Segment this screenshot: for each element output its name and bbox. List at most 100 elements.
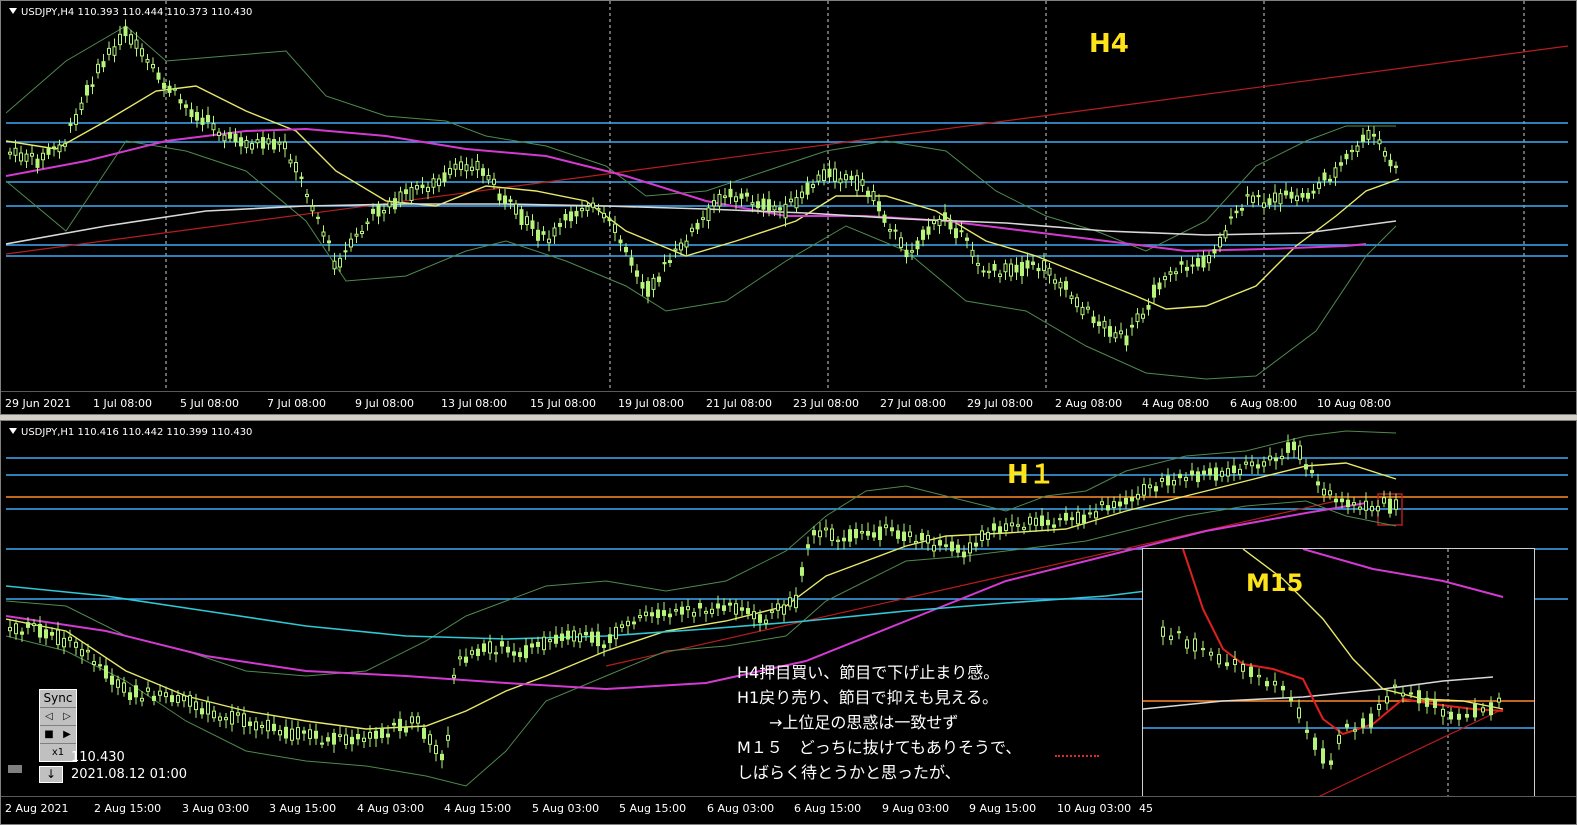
candle-body	[404, 189, 408, 195]
candle-body	[1238, 468, 1242, 475]
candle-body	[1208, 468, 1212, 476]
candle-body	[657, 276, 661, 283]
candle-body	[646, 281, 650, 297]
candle-body	[86, 649, 90, 653]
candle-body	[1372, 133, 1376, 137]
candle-body	[794, 594, 798, 609]
bollinger-lower	[6, 140, 1397, 380]
candle-body	[596, 631, 600, 647]
candle-body	[1256, 194, 1261, 198]
h1-timeframe-label: H１	[1007, 460, 1055, 490]
h1-x-label: 5 Aug 15:00	[619, 802, 687, 815]
h4-chart-panel[interactable]: USDJPY,H4 110.393 110.444 110.373 110.43…	[0, 0, 1577, 415]
candle-body	[1425, 697, 1429, 707]
candle-body	[650, 612, 654, 617]
candle-body	[320, 742, 324, 745]
candle-body	[1218, 236, 1222, 248]
candle-body	[182, 695, 186, 702]
candle-body	[1009, 263, 1013, 277]
candle-body	[580, 207, 584, 212]
candle-body	[1337, 734, 1341, 744]
candle-body	[632, 621, 636, 625]
candle-body	[63, 143, 67, 147]
candle-body	[644, 611, 648, 617]
candle-body	[1148, 484, 1152, 489]
candle-body	[992, 263, 997, 271]
candle-body	[1385, 696, 1389, 704]
candle-body	[932, 544, 936, 552]
candle-body	[1028, 516, 1032, 525]
candle-body	[107, 47, 111, 55]
candle-body	[1267, 198, 1272, 205]
h4-x-label: 6 Aug 08:00	[1230, 397, 1298, 410]
candle-body	[1185, 639, 1189, 649]
candle-body	[948, 222, 953, 230]
candle-body	[1465, 714, 1469, 718]
candle-body	[541, 231, 546, 235]
candle-body	[750, 202, 755, 206]
h4-price-chart[interactable]	[6, 1, 1568, 391]
candle-body	[230, 711, 234, 725]
candle-body	[1226, 468, 1230, 477]
sync-button[interactable]: Sync	[40, 690, 76, 708]
candle-body	[508, 199, 513, 202]
candle-body	[1310, 469, 1314, 474]
candle-body	[824, 527, 828, 531]
candle-body	[1185, 266, 1189, 271]
candle-body	[812, 530, 816, 536]
candle-body	[1245, 194, 1250, 197]
candle-body	[470, 166, 474, 172]
candle-body	[1244, 461, 1248, 465]
moving-average-fast	[6, 85, 1400, 310]
stop-icon[interactable]: ■	[40, 726, 58, 743]
scroll-grip[interactable]	[8, 765, 22, 773]
candle-body	[816, 174, 821, 182]
candle-body	[255, 139, 260, 144]
m15-inset-chart[interactable]: M15	[1142, 548, 1535, 810]
candle-body	[838, 178, 843, 184]
note-line: M１５ どっちに抜けてもありそうで、	[737, 735, 1099, 760]
candle-body	[740, 607, 744, 611]
candle-body	[1160, 477, 1164, 482]
chart-menu-triangle-icon[interactable]	[9, 428, 17, 434]
h1-chart-panel[interactable]: USDJPY,H1 110.416 110.442 110.399 110.43…	[0, 420, 1577, 825]
play-icon[interactable]: ▶	[58, 726, 76, 743]
candle-body	[350, 736, 354, 745]
h4-x-label: 15 Jul 08:00	[530, 397, 596, 410]
candle-body	[85, 84, 89, 96]
candle-body	[1130, 324, 1134, 328]
candle-body	[878, 526, 882, 540]
spellcheck-underline	[1055, 753, 1099, 757]
candle-body	[222, 134, 227, 142]
m15-price-chart	[1143, 549, 1534, 809]
candle-body	[250, 143, 254, 150]
h1-x-label: 10 Aug 03:00	[1057, 802, 1132, 815]
candle-body	[656, 609, 660, 618]
candle-body	[1409, 692, 1413, 695]
candle-body	[1382, 497, 1386, 504]
candle-body	[1225, 662, 1229, 667]
candle-body	[1003, 263, 1008, 273]
candle-body	[899, 237, 903, 248]
candle-body	[937, 218, 942, 226]
candle-body	[189, 109, 194, 118]
chart-menu-triangle-icon[interactable]	[9, 8, 17, 14]
candle-body	[926, 535, 930, 544]
candle-body	[128, 692, 132, 700]
step-forward-icon[interactable]: ▷	[58, 708, 76, 725]
step-back-icon[interactable]: ◁	[40, 708, 58, 725]
candle-body	[416, 716, 420, 724]
candle-body	[745, 192, 749, 197]
candle-body	[1020, 261, 1024, 276]
candle-body	[888, 229, 892, 232]
candle-body	[1449, 711, 1453, 720]
scroll-down-button[interactable]: ↓	[39, 766, 63, 783]
candle-body	[453, 163, 458, 170]
candle-body	[1168, 271, 1173, 275]
candle-body	[530, 643, 534, 648]
candle-body	[756, 201, 760, 209]
step-controls: ◁ ▷	[40, 708, 76, 726]
h4-x-label: 27 Jul 08:00	[880, 397, 946, 410]
candle-body	[26, 622, 30, 628]
candle-body	[1241, 663, 1245, 672]
